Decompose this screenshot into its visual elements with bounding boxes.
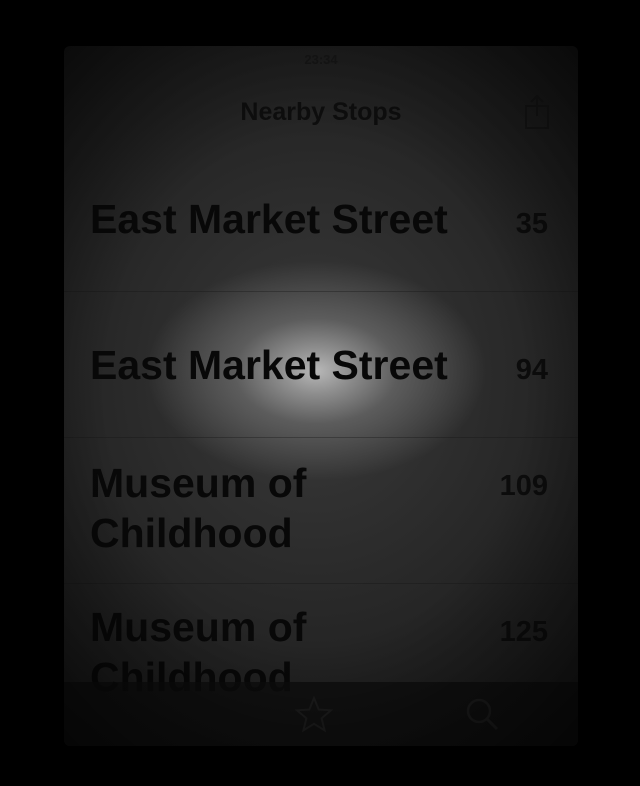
list-item[interactable]: Museum of Childhood 109 [64,438,578,584]
status-time: 23:34 [304,52,338,67]
navigation-bar: Nearby Stops [64,86,578,136]
search-icon [466,698,499,731]
list-item[interactable]: East Market Street 94 [64,292,578,438]
share-icon [525,94,549,129]
list-item[interactable]: East Market Street 35 [64,146,578,292]
tab-bar [64,682,578,746]
stop-number: 35 [515,208,548,240]
tab-search[interactable] [462,694,502,739]
phone-screen: 23:34 Nearby Stops East Market Street 35… [64,46,578,746]
status-bar: 23:34 [64,50,578,70]
stop-number: 94 [515,354,548,386]
stop-number: 109 [499,470,548,502]
stop-name: Museum of Childhood [90,460,307,556]
tab-favourites[interactable] [294,694,334,739]
stop-name: East Market Street [90,342,448,388]
stop-number: 125 [499,616,548,648]
share-button[interactable] [522,94,552,130]
photo-frame: 23:34 Nearby Stops East Market Street 35… [0,0,640,786]
star-icon [294,695,334,733]
page-title: Nearby Stops [240,98,402,126]
stop-name: East Market Street [90,196,448,242]
